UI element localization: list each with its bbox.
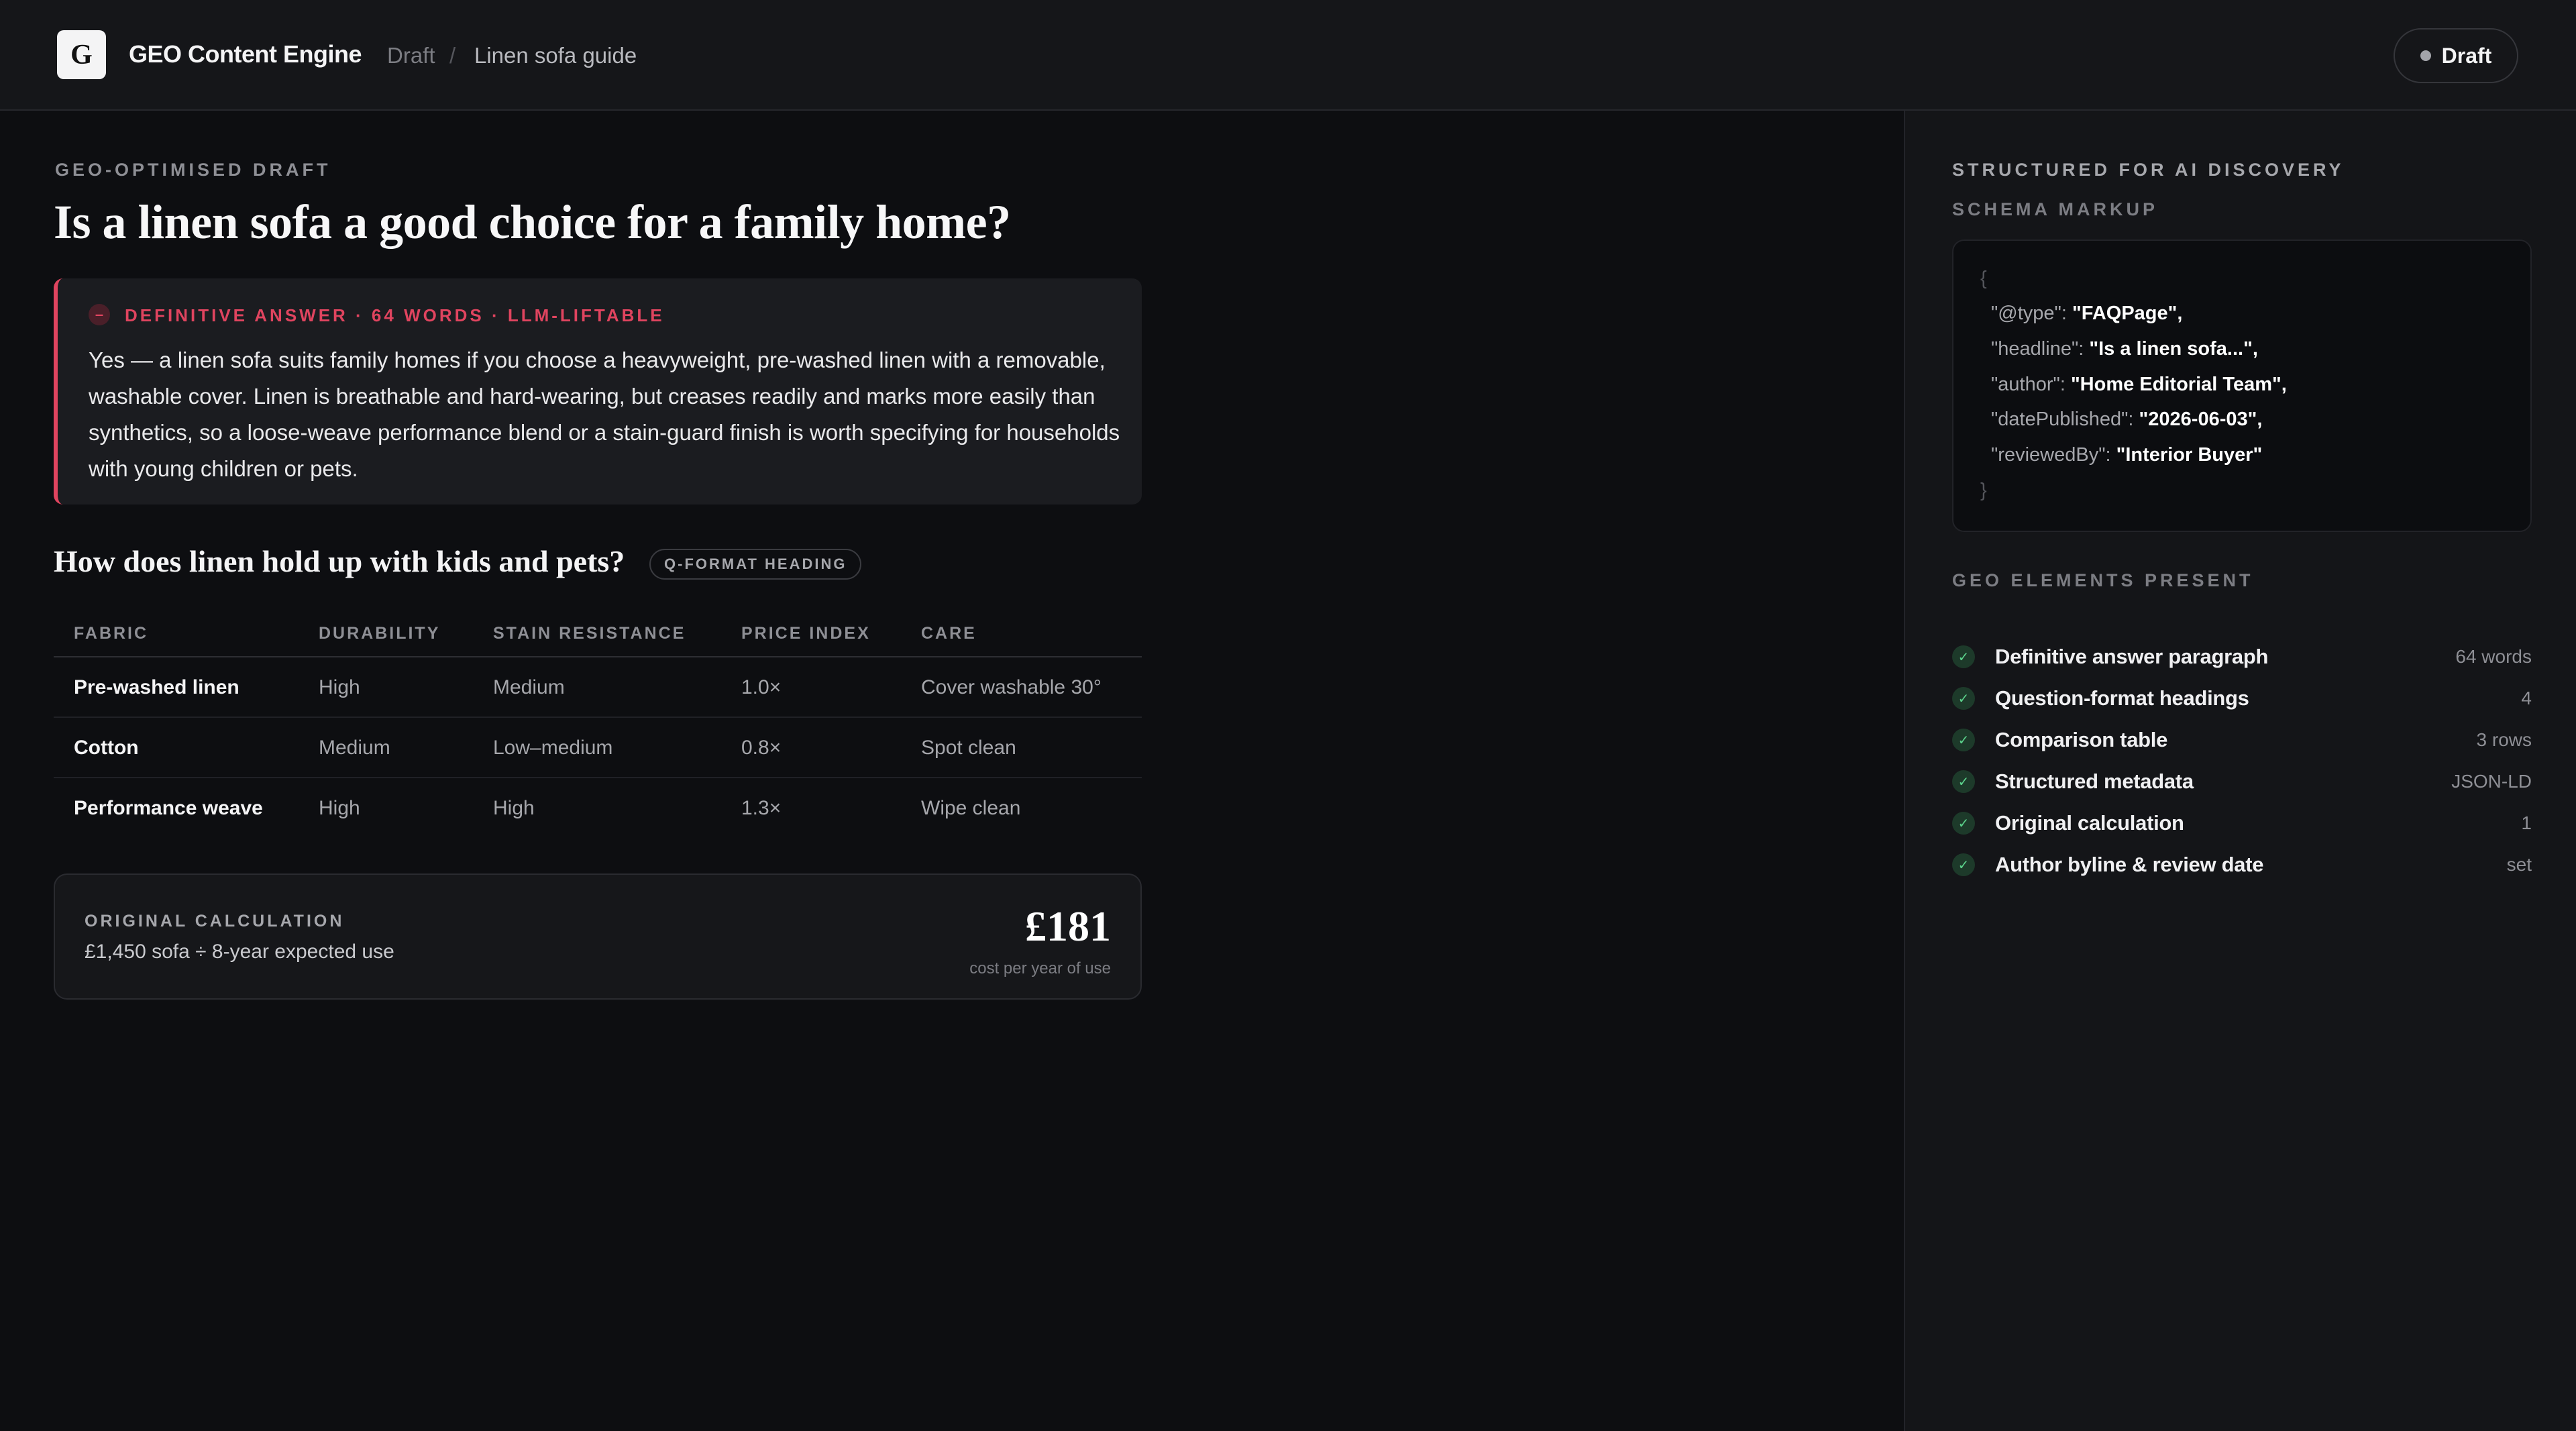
- table-cell: Low–medium: [493, 737, 613, 759]
- geo-element-meta: 3 rows: [2476, 729, 2532, 750]
- calculation-label: ORIGINAL CALCULATION: [85, 912, 345, 931]
- code-key: "headline":: [1991, 338, 2090, 360]
- breadcrumb-separator: /: [449, 43, 456, 68]
- calculation-caption: cost per year of use: [969, 959, 1111, 977]
- table-header: FABRIC DURABILITY STAIN RESISTANCE PRICE…: [54, 611, 1142, 657]
- answer-tag: DEFINITIVE ANSWER · 64 WORDS · LLM-LIFTA…: [125, 305, 665, 325]
- table-cell: 1.0×: [741, 676, 782, 698]
- status-badge[interactable]: Draft: [2394, 28, 2518, 83]
- list-item: ✓ Original calculation 1: [1952, 808, 2532, 838]
- status-label: Draft: [2441, 43, 2492, 68]
- table-cell: Medium: [493, 676, 565, 698]
- ai-discovery-panel: STRUCTURED FOR AI DISCOVERY SCHEMA MARKU…: [1904, 111, 2576, 1431]
- table-cell: Performance weave: [74, 797, 263, 819]
- check-icon: ✓: [1952, 645, 1975, 668]
- check-icon: ✓: [1952, 853, 1975, 876]
- schema-code-block: { "@type": "FAQPage", "headline": "Is a …: [1952, 240, 2532, 532]
- table-cell: Wipe clean: [921, 797, 1021, 819]
- geo-element-meta: 1: [2521, 812, 2532, 833]
- list-item: ✓ Structured metadata JSON-LD: [1952, 767, 2532, 796]
- table-cell: Medium: [319, 737, 390, 759]
- geo-element-meta: 4: [2521, 688, 2532, 708]
- check-icon: ✓: [1952, 770, 1975, 793]
- geo-element-name: Comparison table: [1995, 728, 2168, 751]
- schema-label: SCHEMA MARKUP: [1952, 199, 2158, 219]
- definitive-answer-card: – DEFINITIVE ANSWER · 64 WORDS · LLM-LIF…: [54, 278, 1142, 505]
- table-cell: High: [493, 797, 535, 819]
- table-cell: Cover washable 30°: [921, 676, 1102, 698]
- table-row: Cotton Medium Low–medium 0.8× Spot clean: [54, 718, 1142, 778]
- app-title: GEO Content Engine: [129, 40, 362, 68]
- breadcrumb-draft[interactable]: Draft: [387, 43, 435, 68]
- code-key: "@type":: [1991, 303, 2072, 324]
- q-format-badge: Q-FORMAT HEADING: [649, 549, 862, 580]
- section-label: GEO-OPTIMISED DRAFT: [55, 160, 331, 180]
- answer-paragraph: Yes — a linen sofa suits family homes if…: [89, 348, 1120, 481]
- minus-icon: –: [89, 304, 110, 325]
- code-value: "Is a linen sofa...",: [2089, 338, 2258, 360]
- table-cell: Spot clean: [921, 737, 1016, 759]
- table-cell: 1.3×: [741, 797, 782, 819]
- top-bar: G GEO Content Engine Draft / Linen sofa …: [0, 0, 2576, 111]
- geo-element-meta: JSON-LD: [2451, 771, 2532, 792]
- original-calculation-card: ORIGINAL CALCULATION £1,450 sofa ÷ 8-yea…: [54, 873, 1142, 1000]
- calculation-formula: £1,450 sofa ÷ 8-year expected use: [85, 941, 394, 963]
- geo-element-name: Original calculation: [1995, 811, 2184, 835]
- column-header: CARE: [921, 624, 977, 643]
- geo-elements-label: GEO ELEMENTS PRESENT: [1952, 570, 2254, 590]
- code-value: "2026-06-03",: [2139, 409, 2263, 430]
- app-logo[interactable]: G: [57, 30, 106, 79]
- geo-element-name: Definitive answer paragraph: [1995, 645, 2269, 668]
- column-header: STAIN RESISTANCE: [493, 624, 686, 643]
- table-cell: 0.8×: [741, 737, 782, 759]
- question-heading: How does linen hold up with kids and pet…: [54, 544, 625, 578]
- column-header: FABRIC: [74, 624, 149, 643]
- code-value: "Home Editorial Team",: [2070, 374, 2287, 395]
- code-value: "Interior Buyer": [2116, 444, 2263, 466]
- code-line: "headline": "Is a linen sofa...",: [1991, 338, 2258, 360]
- code-value: "FAQPage",: [2072, 303, 2183, 324]
- code-line: "author": "Home Editorial Team",: [1991, 374, 2287, 396]
- geo-element-name: Structured metadata: [1995, 770, 2194, 793]
- geo-element-name: Question-format headings: [1995, 686, 2249, 710]
- table-cell: Cotton: [74, 737, 139, 759]
- breadcrumb-current: Linen sofa guide: [474, 43, 637, 68]
- code-line: "datePublished": "2026-06-03",: [1991, 409, 2262, 431]
- code-line: "@type": "FAQPage",: [1991, 303, 2182, 325]
- list-item: ✓ Comparison table 3 rows: [1952, 725, 2532, 755]
- code-brace: {: [1980, 268, 1987, 289]
- geo-element-meta: set: [2506, 854, 2532, 875]
- table-cell: High: [319, 676, 360, 698]
- code-key: "datePublished":: [1991, 409, 2139, 430]
- panel-label: STRUCTURED FOR AI DISCOVERY: [1952, 160, 2345, 180]
- page-title: Is a linen sofa a good choice for a fami…: [54, 195, 1011, 249]
- table-row: Pre-washed linen High Medium 1.0× Cover …: [54, 657, 1142, 718]
- check-icon: ✓: [1952, 729, 1975, 751]
- list-item: ✓ Definitive answer paragraph 64 words: [1952, 642, 2532, 672]
- status-dot-icon: [2420, 50, 2431, 61]
- code-brace: }: [1980, 480, 1987, 501]
- check-icon: ✓: [1952, 812, 1975, 835]
- column-header: PRICE INDEX: [741, 624, 871, 643]
- list-item: ✓ Author byline & review date set: [1952, 850, 2532, 880]
- list-item: ✓ Question-format headings 4: [1952, 684, 2532, 713]
- code-key: "author":: [1991, 374, 2071, 395]
- calculation-value: £181: [1025, 902, 1111, 950]
- code-key: "reviewedBy":: [1991, 444, 2116, 466]
- table-cell: High: [319, 797, 360, 819]
- geo-element-name: Author byline & review date: [1995, 853, 2264, 876]
- check-icon: ✓: [1952, 687, 1975, 710]
- table-row: Performance weave High High 1.3× Wipe cl…: [54, 778, 1142, 839]
- column-header: DURABILITY: [319, 624, 441, 643]
- code-line: "reviewedBy": "Interior Buyer": [1991, 444, 2262, 466]
- geo-element-meta: 64 words: [2455, 646, 2532, 667]
- table-cell: Pre-washed linen: [74, 676, 239, 698]
